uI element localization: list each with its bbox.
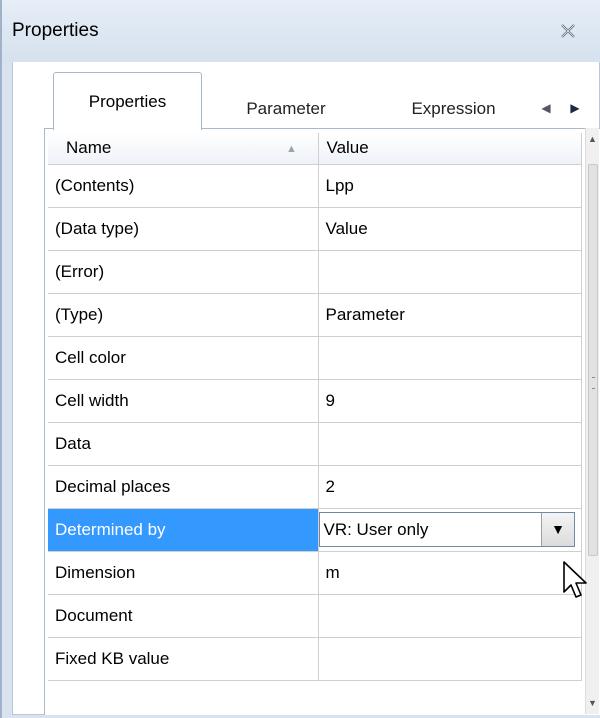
tab-expression[interactable]: Expression: [396, 89, 511, 129]
properties-panel: Properties Parameter Expression ◀ ▶ Name…: [12, 62, 600, 715]
property-name: Dimension: [48, 551, 319, 595]
chevron-down-icon[interactable]: ▼: [541, 513, 574, 546]
grid-header: Name ▲ Value: [48, 133, 582, 165]
properties-window: Properties Properties Parameter Expressi…: [0, 0, 600, 718]
property-name: Data: [48, 422, 319, 466]
property-value-cell: VR: User only ▼: [318, 508, 582, 552]
property-value[interactable]: m: [318, 551, 582, 595]
table-row[interactable]: Decimal places 2: [48, 465, 582, 509]
property-grid: Name ▲ Value (Contents) Lpp (Data type) …: [44, 128, 600, 715]
column-header-name[interactable]: Name ▲: [48, 133, 319, 165]
tab-scroll-right-icon[interactable]: ▶: [566, 92, 584, 124]
tab-strip: Properties Parameter Expression ◀ ▶: [13, 62, 599, 132]
property-name: (Error): [48, 250, 319, 294]
table-row[interactable]: Cell color: [48, 336, 582, 380]
property-value[interactable]: [318, 336, 582, 380]
property-name: (Type): [48, 293, 319, 337]
property-value[interactable]: 9: [318, 379, 582, 423]
table-row[interactable]: (Error): [48, 250, 582, 294]
property-value[interactable]: [318, 250, 582, 294]
property-value[interactable]: [318, 594, 582, 638]
tab-properties[interactable]: Properties: [53, 72, 202, 130]
property-name: Cell width: [48, 379, 319, 423]
tab-scroll-left-icon[interactable]: ◀: [537, 92, 555, 124]
property-name: Fixed KB value: [48, 637, 319, 681]
property-value[interactable]: Lpp: [318, 164, 582, 208]
property-value[interactable]: Value: [318, 207, 582, 251]
window-title: Properties: [12, 20, 99, 41]
property-name: (Contents): [48, 164, 319, 208]
property-name: Determined by: [48, 508, 319, 552]
column-header-value[interactable]: Value: [318, 133, 582, 165]
table-row[interactable]: (Type) Parameter: [48, 293, 582, 337]
determined-by-dropdown[interactable]: VR: User only ▼: [318, 512, 575, 547]
property-value[interactable]: [318, 422, 582, 466]
property-value[interactable]: 2: [318, 465, 582, 509]
property-value[interactable]: Parameter: [318, 293, 582, 337]
table-row[interactable]: Dimension m: [48, 551, 582, 595]
scroll-down-icon[interactable]: ▼: [588, 698, 597, 708]
property-value[interactable]: [318, 637, 582, 681]
table-row-selected[interactable]: Determined by VR: User only ▼: [48, 508, 582, 552]
dropdown-selected-value: VR: User only: [323, 520, 429, 539]
table-row[interactable]: (Data type) Value: [48, 207, 582, 251]
close-icon[interactable]: [556, 19, 580, 43]
property-name: (Data type): [48, 207, 319, 251]
property-name: Cell color: [48, 336, 319, 380]
column-header-name-label: Name: [66, 138, 112, 158]
property-name: Document: [48, 594, 319, 638]
scroll-thumb[interactable]: [588, 164, 598, 556]
property-name: Decimal places: [48, 465, 319, 509]
sort-ascending-icon: ▲: [286, 143, 297, 155]
mouse-pointer-icon: [563, 561, 587, 598]
title-bar[interactable]: Properties: [2, 0, 600, 62]
scroll-up-icon[interactable]: ▲: [588, 134, 597, 144]
grip-icon: [592, 377, 595, 389]
tab-parameter[interactable]: Parameter: [231, 89, 341, 129]
table-row[interactable]: Cell width 9: [48, 379, 582, 423]
table-row[interactable]: (Contents) Lpp: [48, 164, 582, 208]
table-row[interactable]: Data: [48, 422, 582, 466]
vertical-scrollbar[interactable]: ▲ ▼: [585, 128, 599, 714]
table-row[interactable]: Fixed KB value: [48, 637, 582, 681]
table-row[interactable]: Document: [48, 594, 582, 638]
